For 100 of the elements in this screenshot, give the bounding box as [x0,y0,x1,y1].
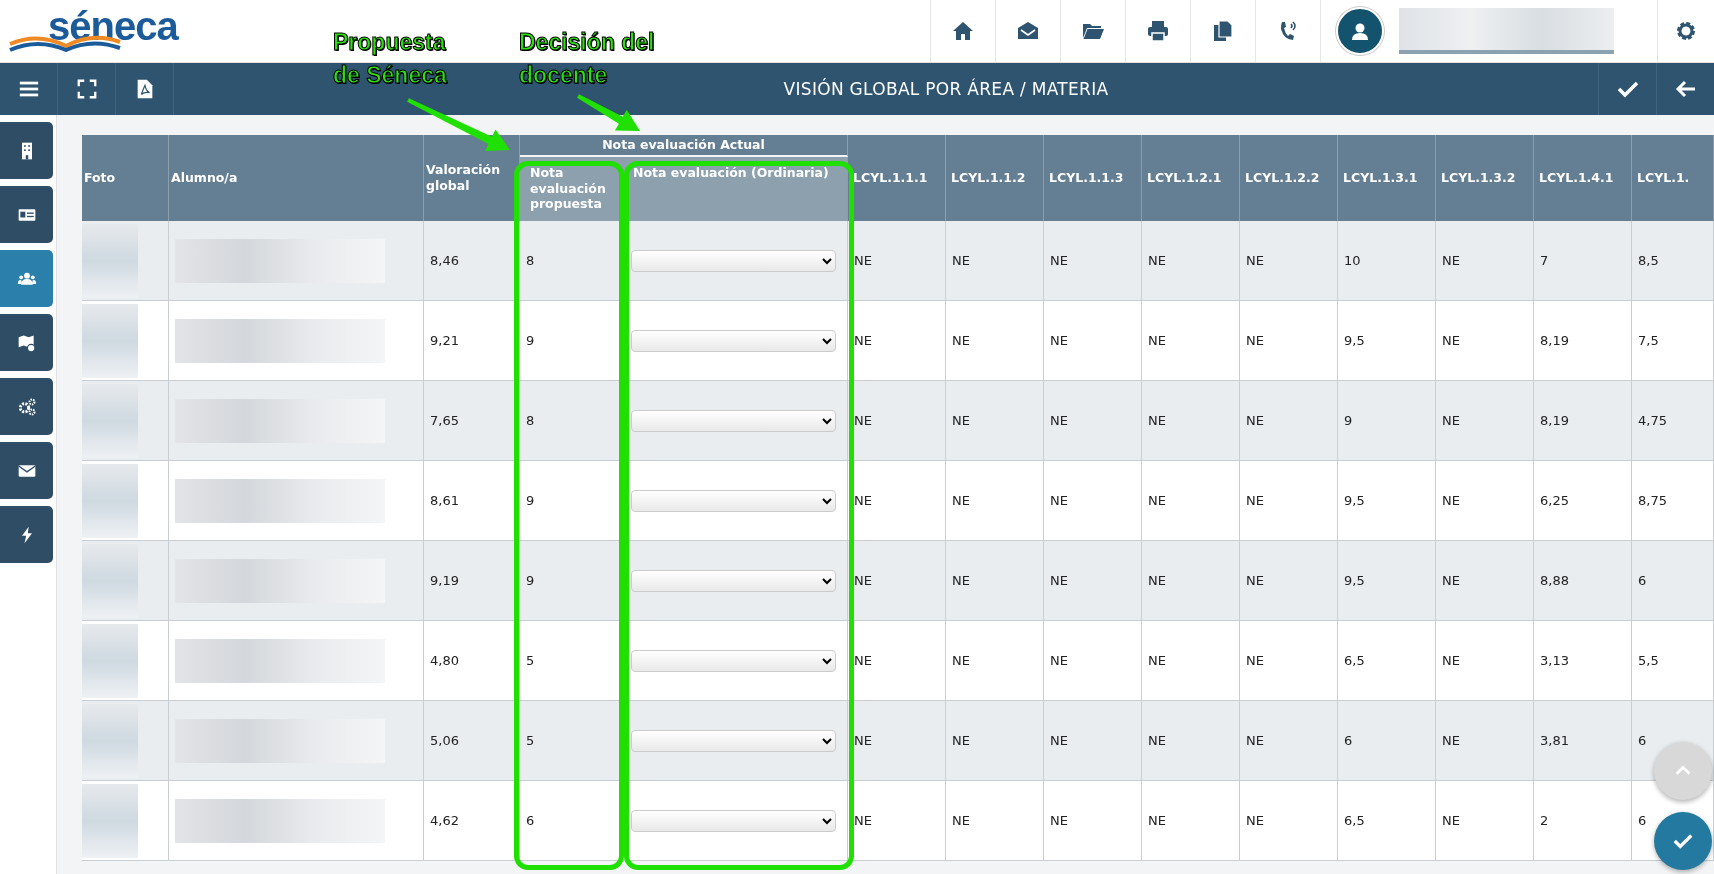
table-cell: 6,25 [1534,461,1632,541]
table-cell: 8,5 [1632,221,1714,301]
table-cell: NE [848,381,946,461]
column-header: LCYL.1.4.1 [1534,135,1632,221]
table-cell: 7 [1534,221,1632,301]
table-cell: NE [946,301,1044,381]
table-cell: NE [1240,621,1338,701]
table-cell: NE [1044,621,1142,701]
table-cell: 9,5 [1338,461,1436,541]
table-cell: 8,75 [1632,461,1714,541]
table-cell: 4,80 [424,621,520,701]
table-cell: 6 [1632,541,1714,621]
table-cell: 8,19 [1534,381,1632,461]
table-cell: 9,5 [1338,541,1436,621]
table-cell: 8,19 [1534,301,1632,381]
table-cell: NE [1436,381,1534,461]
fullscreen-icon[interactable] [75,78,98,100]
table-cell: 10 [1338,221,1436,301]
table-cell: NE [848,701,946,781]
sidebar-item[interactable] [0,122,53,179]
table-cell: NE [848,781,946,861]
table-cell: 2 [1534,781,1632,861]
column-header: LCYL.1.1.2 [946,135,1044,221]
table-cell: NE [1142,701,1240,781]
table-cell: NE [1436,461,1534,541]
table-cell: NE [1436,621,1534,701]
table-cell: NE [1240,701,1338,781]
column-header: Valoración global [424,135,520,221]
sidebar-item[interactable] [0,250,53,307]
table-cell: 9 [1338,381,1436,461]
column-header: LCYL.1.1.3 [1044,135,1142,221]
table-cell: 7,5 [1632,301,1714,381]
home-icon[interactable] [951,19,975,43]
table-cell: 6,5 [1338,781,1436,861]
table-cell: NE [1044,221,1142,301]
table-cell: NE [1142,541,1240,621]
table-cell: NE [848,461,946,541]
table-cell: NE [1044,541,1142,621]
table-cell: NE [848,221,946,301]
table-cell: NE [1436,701,1534,781]
table-cell: NE [946,701,1044,781]
table-cell: NE [946,221,1044,301]
sidebar-item[interactable] [0,442,53,499]
table-cell: NE [1240,461,1338,541]
annotation-label: Decisión del docente [519,28,656,90]
column-header: LCYL.1. [1632,135,1714,221]
sidebar-item[interactable] [0,186,53,243]
table-cell: NE [1142,461,1240,541]
gears-icon [16,396,37,417]
logo-text: séneca [48,6,178,46]
table-cell: NE [1436,301,1534,381]
table-cell: 3,81 [1534,701,1632,781]
table-cell: 9,5 [1338,301,1436,381]
table-cell: NE [1142,221,1240,301]
table-cell: NE [1240,221,1338,301]
column-header: LCYL.1.3.1 [1338,135,1436,221]
table-cell: NE [946,461,1044,541]
table-cell: NE [848,621,946,701]
table-cell: NE [1044,701,1142,781]
table-cell: NE [1142,781,1240,861]
column-group-header: Nota evaluación Actual [520,135,848,157]
table-cell: 6,5 [1338,621,1436,701]
sidebar-item[interactable] [0,314,53,371]
table-cell: 9,19 [424,541,520,621]
table-cell: NE [1044,781,1142,861]
table-cell: NE [946,381,1044,461]
table-cell: 3,13 [1534,621,1632,701]
table-cell: 6 [1338,701,1436,781]
table-cell: 4,62 [424,781,520,861]
table-cell: NE [1142,301,1240,381]
column-header: LCYL.1.3.2 [1436,135,1534,221]
table-cell: 8,46 [424,221,520,301]
column-header: LCYL.1.2.2 [1240,135,1338,221]
column-header: Alumno/a [169,135,424,221]
settings-icon[interactable] [1674,19,1698,43]
documents-icon[interactable] [1211,19,1235,43]
table-cell: NE [1044,381,1142,461]
table-cell: 5,5 [1632,621,1714,701]
table-cell: NE [1044,301,1142,381]
printer-icon[interactable] [1146,19,1170,43]
table-cell: NE [1240,781,1338,861]
table-cell: NE [1044,461,1142,541]
table-cell: NE [946,781,1044,861]
table-cell: NE [1436,541,1534,621]
column-header: LCYL.1.1.1 [848,135,946,221]
table-cell: NE [1240,381,1338,461]
column-header: Foto [82,135,169,221]
table-cell: 8,88 [1534,541,1632,621]
page-title: VISIÓN GLOBAL POR ÁREA / MATERIA [783,79,1109,99]
avatar-icon[interactable] [1336,7,1384,55]
table-cell: 4,75 [1632,381,1714,461]
table-cell: NE [1436,221,1534,301]
sidebar-item[interactable] [0,378,53,435]
table-cell: 9,21 [424,301,520,381]
table-cell: 7,65 [424,381,520,461]
table-cell: 5,06 [424,701,520,781]
table-cell: NE [1240,301,1338,381]
annotation-label: Propuesta de Séneca [333,28,448,90]
table-cell: NE [946,621,1044,701]
table-cell: NE [1436,781,1534,861]
